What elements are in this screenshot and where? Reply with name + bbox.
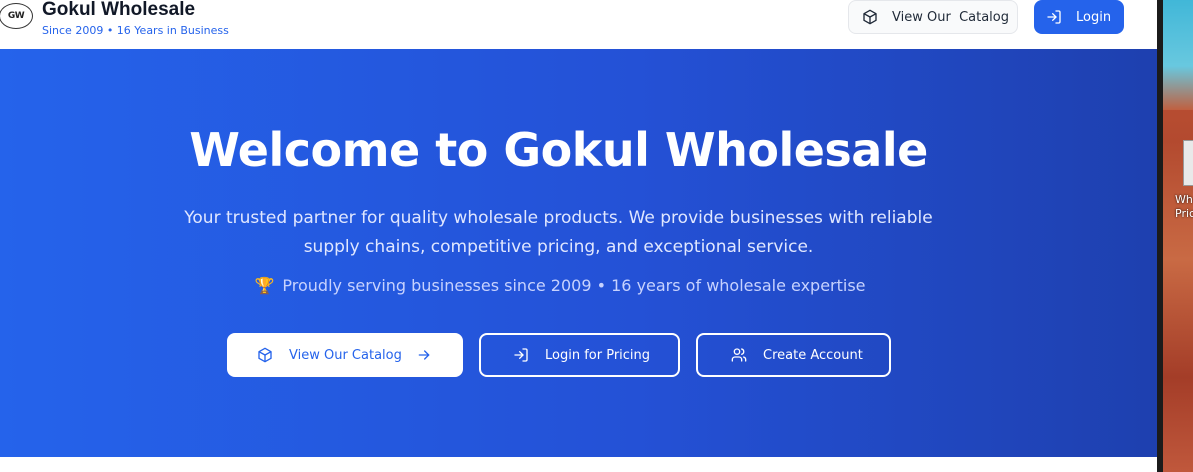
logo-text: GW xyxy=(7,11,25,21)
box-icon xyxy=(258,347,272,363)
desktop-file-label-line2: Pric xyxy=(1175,207,1193,220)
desktop-wallpaper-sky xyxy=(1163,0,1193,110)
brand-name[interactable]: Gokul Wholesale xyxy=(42,0,195,21)
browser-viewport: GW Gokul Wholesale Since 2009 • 16 Years… xyxy=(0,0,1157,472)
header-login-button[interactable]: Login xyxy=(1034,0,1124,34)
users-icon xyxy=(731,348,747,362)
header-login-label: Login xyxy=(1076,9,1112,25)
arrow-right-icon xyxy=(418,350,430,360)
logo-emblem-icon[interactable]: GW xyxy=(0,3,33,29)
brand-tagline: Since 2009 • 16 Years in Business xyxy=(42,24,229,37)
trophy-icon: 🏆 xyxy=(254,276,275,295)
hero-description: Your trusted partner for quality wholesa… xyxy=(184,208,933,257)
hero-login-pricing-button[interactable]: Login for Pricing xyxy=(479,333,680,377)
hero-view-catalog-button[interactable]: View Our Catalog xyxy=(227,333,463,377)
hero-create-account-button[interactable]: Create Account xyxy=(696,333,891,377)
log-in-icon xyxy=(514,348,528,362)
desktop-file-icon[interactable] xyxy=(1183,140,1193,186)
hero-view-catalog-label: View Our Catalog xyxy=(289,347,402,363)
header-view-catalog-label: View Our Catalog xyxy=(892,9,1009,25)
hero-since-text: Proudly serving businesses since 2009 • … xyxy=(282,276,866,295)
hero-since-line: 🏆 Proudly serving businesses since 2009 •… xyxy=(0,276,1120,295)
site-header: GW Gokul Wholesale Since 2009 • 16 Years… xyxy=(0,0,1157,48)
desktop-background: Wh Pric xyxy=(1163,0,1193,472)
hero-title: Welcome to Gokul Wholesale xyxy=(189,123,928,177)
desktop-file-label[interactable]: Wh Pric xyxy=(1175,193,1193,221)
desktop-file-label-line1: Wh xyxy=(1175,193,1193,206)
log-in-icon xyxy=(1047,10,1061,24)
hero-create-account-label: Create Account xyxy=(763,347,863,363)
box-icon xyxy=(863,9,877,25)
header-view-catalog-button[interactable]: View Our Catalog xyxy=(848,0,1018,34)
hero-section: Welcome to Gokul Wholesale Your trusted … xyxy=(0,49,1157,457)
hero-login-pricing-label: Login for Pricing xyxy=(545,347,651,363)
